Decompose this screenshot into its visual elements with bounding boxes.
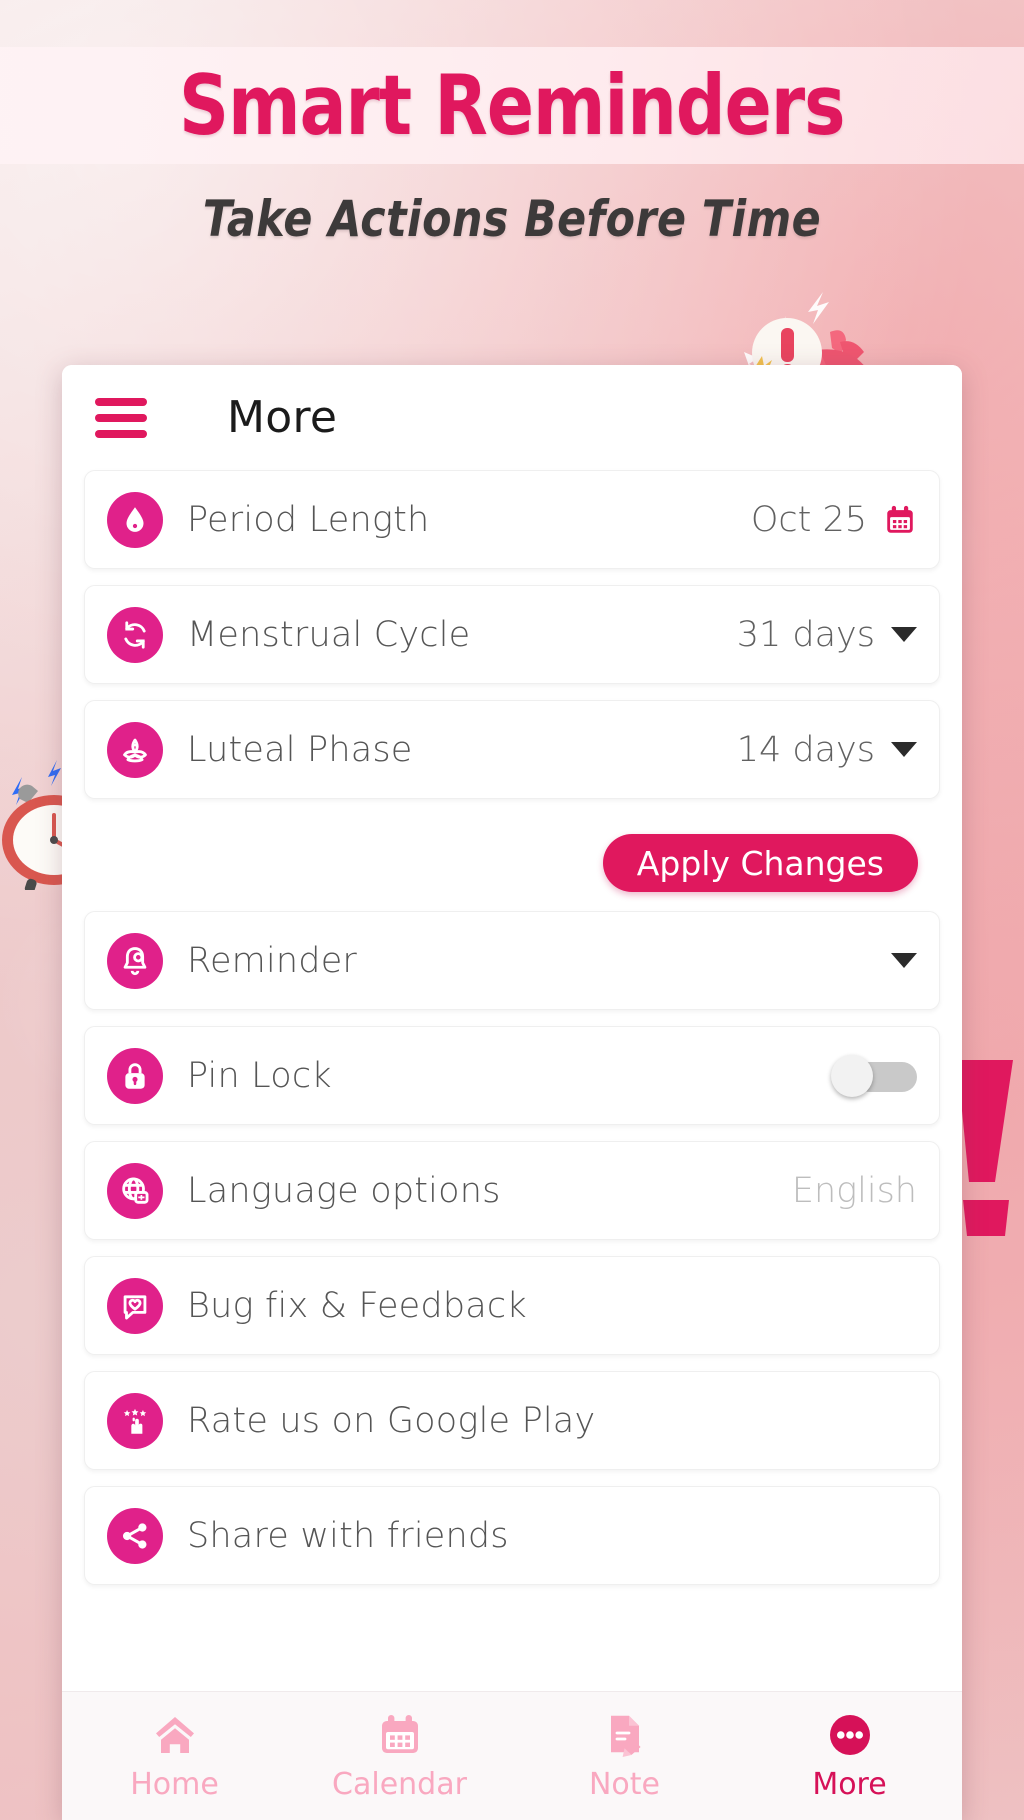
home-icon [155, 1716, 194, 1753]
refresh-cycle-icon [107, 606, 163, 663]
feedback-heart-icon [107, 1277, 163, 1334]
more-dots-icon [829, 1714, 870, 1755]
app-bar: More [62, 365, 962, 470]
list-item-label: Language options [187, 1170, 501, 1211]
note-icon [610, 1715, 641, 1757]
water-drop-icon [107, 491, 163, 548]
calendar-picker-icon[interactable] [883, 503, 917, 537]
list-item-value: English [791, 1170, 917, 1211]
share-icon [107, 1507, 163, 1564]
list-item-label: Reminder [187, 940, 358, 981]
hamburger-menu-icon[interactable] [95, 397, 147, 438]
calendar-icon [381, 1714, 418, 1753]
list-item-label: Share with friends [187, 1515, 509, 1556]
nav-item-label: Calendar [332, 1766, 467, 1802]
nav-item-label: Home [130, 1766, 219, 1802]
apply-changes-button[interactable]: Apply Changes [602, 834, 918, 892]
list-item[interactable]: Share with friends [84, 1486, 940, 1585]
page-title: More [227, 392, 338, 443]
list-item[interactable]: Reminder [84, 911, 940, 1010]
list-item[interactable]: Pin Lock [84, 1026, 940, 1125]
rate-stars-icon [107, 1392, 163, 1449]
apply-changes-row: Apply Changes [84, 815, 940, 911]
nav-item-home[interactable]: Home [62, 1692, 287, 1820]
list-item-label: Bug fix & Feedback [187, 1285, 527, 1326]
app-screen: More Period Length Oct 25 Menstrual Cycl… [62, 365, 962, 1820]
pin-lock-toggle[interactable] [831, 1054, 917, 1097]
nav-item-label: More [812, 1766, 887, 1802]
promo-subtitle: Take Actions Before Time [202, 190, 822, 248]
list-item-label: Luteal Phase [187, 729, 413, 770]
settings-list: Period Length Oct 25 Menstrual Cycle 31 … [62, 470, 962, 1585]
list-item[interactable]: Rate us on Google Play [84, 1371, 940, 1470]
list-item[interactable]: Language options English [84, 1141, 940, 1240]
nav-item-note[interactable]: Note [512, 1692, 737, 1820]
nav-item-calendar[interactable]: Calendar [287, 1692, 512, 1820]
headline-banner: Smart Reminders [0, 47, 1024, 164]
chevron-down-icon[interactable] [891, 953, 917, 968]
chevron-down-icon[interactable] [891, 627, 917, 642]
nav-item-label: Note [588, 1766, 660, 1802]
chevron-down-icon[interactable] [891, 742, 917, 757]
list-item-value: Oct 25 [750, 499, 867, 540]
list-item-label: Rate us on Google Play [187, 1400, 596, 1441]
bottom-navigation: Home Calendar Note More [62, 1691, 962, 1820]
globe-language-icon [107, 1162, 163, 1219]
list-item[interactable]: Bug fix & Feedback [84, 1256, 940, 1355]
list-item-label: Period Length [187, 499, 430, 540]
lock-icon [107, 1047, 163, 1104]
list-item-label: Pin Lock [187, 1055, 332, 1096]
lotus-flower-icon [107, 721, 163, 778]
list-item[interactable]: Menstrual Cycle 31 days [84, 585, 940, 684]
promo-headline: Smart Reminders [179, 57, 845, 154]
list-item-value: 14 days [736, 729, 875, 770]
list-item-value: 31 days [736, 614, 875, 655]
list-item[interactable]: Luteal Phase 14 days [84, 700, 940, 799]
nav-item-more[interactable]: More [737, 1692, 962, 1820]
bell-icon [107, 932, 163, 989]
list-item[interactable]: Period Length Oct 25 [84, 470, 940, 569]
list-item-label: Menstrual Cycle [187, 614, 471, 655]
